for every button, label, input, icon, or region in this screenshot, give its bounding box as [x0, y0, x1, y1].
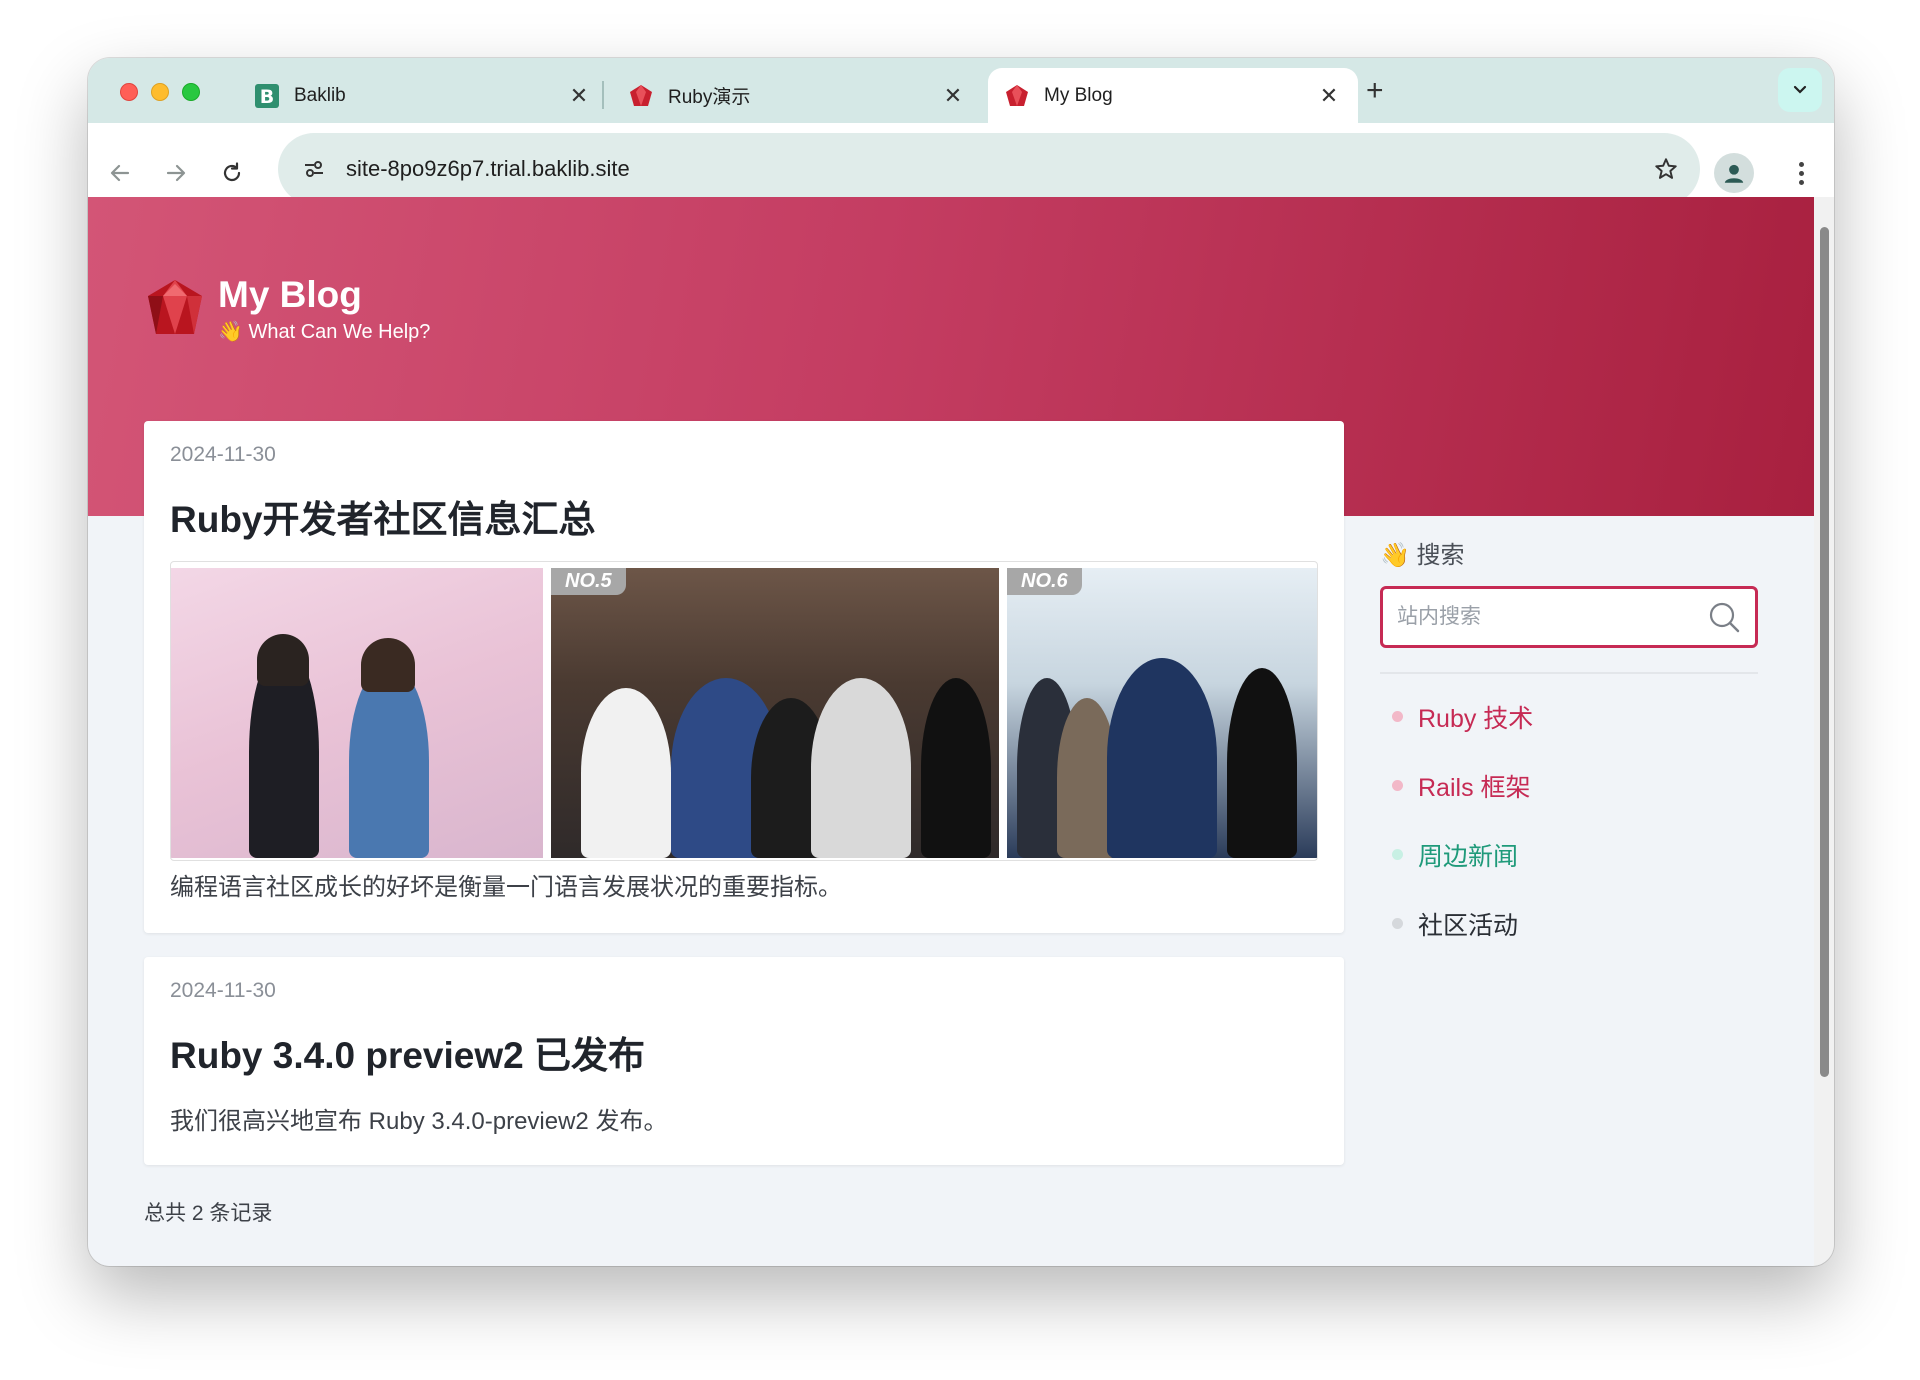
post-title[interactable]: Ruby 3.4.0 preview2 已发布	[170, 1025, 1318, 1079]
post-cover-image[interactable]: NO.5 NO.6	[170, 561, 1318, 861]
scrollbar-thumb[interactable]	[1820, 227, 1829, 1077]
photo-badge: NO.5	[551, 568, 626, 595]
category-item-ruby[interactable]: Ruby 技术	[1380, 682, 1760, 751]
search-box[interactable]	[1380, 586, 1758, 648]
person-figure	[921, 678, 991, 858]
ruby-logo-icon	[148, 279, 202, 334]
site-name: My Blog	[218, 274, 362, 315]
divider	[1380, 672, 1758, 674]
total-records: 总共 2 条记录	[144, 1202, 273, 1225]
person-figure	[349, 664, 429, 858]
post-excerpt: 编程语言社区成长的好坏是衡量一门语言发展状况的重要指标。	[170, 874, 842, 901]
person-figure	[811, 678, 911, 858]
tab-ruby-demo[interactable]: Ruby演示 ✕	[612, 68, 982, 123]
bullet-dot	[1392, 711, 1403, 722]
post-title[interactable]: Ruby开发者社区信息汇总	[170, 489, 1318, 543]
close-tab-icon[interactable]: ✕	[568, 83, 590, 109]
tab-title: Baklib	[294, 84, 346, 106]
address-bar[interactable]: site-8po9z6p7.trial.baklib.site	[278, 133, 1700, 205]
bullet-dot	[1392, 849, 1403, 860]
post-date: 2024-11-30	[170, 979, 276, 1002]
dot	[1798, 161, 1804, 167]
reload-button[interactable]	[212, 153, 252, 193]
search-icon[interactable]	[1707, 600, 1741, 634]
close-tab-icon[interactable]: ✕	[1318, 83, 1340, 109]
post-date: 2024-11-30	[170, 443, 276, 466]
person-figure	[1107, 658, 1217, 858]
event-photo: NO.5	[551, 568, 999, 858]
category-label[interactable]: 社区活动	[1418, 906, 1518, 942]
ruby-gem-icon	[1006, 84, 1028, 106]
category-item-community[interactable]: 社区活动	[1380, 889, 1760, 958]
category-item-rails[interactable]: Rails 框架	[1380, 751, 1760, 820]
profile-button[interactable]	[1714, 153, 1754, 193]
close-window-button[interactable]	[120, 83, 138, 101]
tab-baklib[interactable]: B Baklib ✕	[238, 68, 608, 123]
svg-text:B: B	[260, 86, 274, 108]
post-excerpt: 我们很高兴地宣布 Ruby 3.4.0-preview2 发布。	[170, 1108, 668, 1135]
reload-icon	[223, 162, 241, 182]
maximize-window-button[interactable]	[182, 83, 200, 101]
person-head	[257, 634, 309, 686]
search-input[interactable]	[1397, 605, 1707, 629]
tab-title: Ruby演示	[668, 87, 751, 108]
new-tab-button[interactable]: +	[1366, 74, 1384, 108]
minimize-window-button[interactable]	[151, 83, 169, 101]
ruby-gem-icon	[630, 84, 652, 106]
post-card[interactable]: 2024-11-30 Ruby 3.4.0 preview2 已发布 我们很高兴…	[144, 957, 1344, 1165]
back-button[interactable]	[100, 153, 140, 193]
tune-icon	[305, 161, 323, 177]
category-label[interactable]: Ruby 技术	[1418, 699, 1533, 735]
person-head	[361, 638, 415, 692]
site-tagline: 👋 What Can We Help?	[218, 321, 431, 343]
dot	[1798, 179, 1804, 185]
page-viewport: My Blog 👋 What Can We Help? 2024-11-30 R…	[88, 197, 1814, 1266]
star-icon	[1655, 158, 1677, 179]
site-brand[interactable]: My Blog 👋 What Can We Help?	[142, 273, 430, 344]
chevron-down-icon	[1793, 85, 1807, 94]
tab-title: My Blog	[1044, 84, 1113, 106]
tab-separator	[602, 81, 604, 109]
window-controls	[120, 83, 200, 101]
arrow-left-icon	[110, 164, 130, 182]
browser-menu-button[interactable]	[1786, 153, 1816, 193]
person-icon	[1724, 164, 1744, 183]
photo-badge: NO.6	[1007, 568, 1082, 595]
sidebar: 👋 搜索 Ruby 技术 Rails 框架	[1380, 535, 1760, 958]
person-figure	[1227, 668, 1297, 858]
url-text[interactable]: site-8po9z6p7.trial.baklib.site	[346, 156, 1646, 182]
site-info-button[interactable]	[294, 149, 334, 189]
dot	[1798, 170, 1804, 176]
category-label[interactable]: Rails 框架	[1418, 768, 1531, 804]
category-label[interactable]: 周边新闻	[1418, 837, 1518, 873]
tab-my-blog[interactable]: My Blog ✕	[988, 68, 1358, 123]
bullet-dot	[1392, 918, 1403, 929]
bullet-dot	[1392, 780, 1403, 791]
bookmark-button[interactable]	[1646, 149, 1686, 189]
search-heading: 👋 搜索	[1380, 542, 1465, 569]
baklib-icon: B	[255, 83, 279, 108]
forward-button[interactable]	[156, 153, 196, 193]
category-list: Ruby 技术 Rails 框架 周边新闻 社区活动	[1380, 682, 1760, 958]
close-tab-icon[interactable]: ✕	[942, 83, 964, 109]
event-photo	[171, 568, 543, 858]
category-item-news[interactable]: 周边新闻	[1380, 820, 1760, 889]
scrollbar[interactable]	[1814, 197, 1834, 1266]
post-card[interactable]: 2024-11-30 Ruby开发者社区信息汇总 NO.5 NO.6 编程语言社…	[144, 421, 1344, 933]
arrow-right-icon	[166, 164, 186, 182]
tab-search-button[interactable]	[1778, 68, 1822, 112]
browser-window: B Baklib ✕ Ruby演示 ✕ My Blog ✕ + site-8po…	[88, 58, 1834, 1266]
event-photo: NO.6	[1007, 568, 1317, 858]
tab-strip: B Baklib ✕ Ruby演示 ✕ My Blog ✕ +	[88, 58, 1834, 123]
person-figure	[581, 688, 671, 858]
